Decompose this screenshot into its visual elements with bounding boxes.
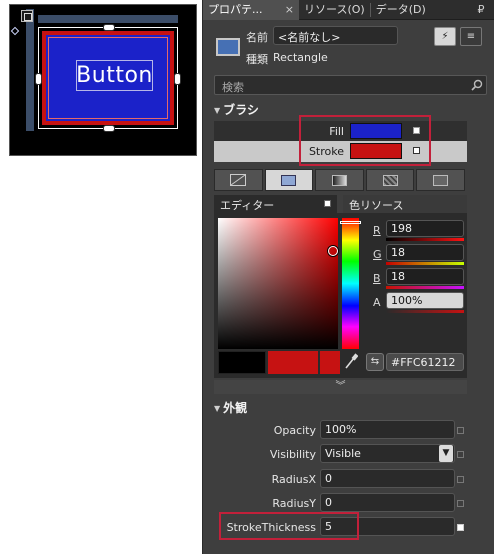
hex-color-input[interactable]: #FFC61212 (386, 353, 464, 371)
rectangle-type-icon (216, 38, 240, 56)
button-content-presenter[interactable]: Button (76, 60, 153, 91)
render-origin-handle[interactable] (10, 26, 20, 36)
color-picker-cursor[interactable] (328, 246, 338, 256)
selected-button-element[interactable]: Button (35, 24, 181, 132)
tab-color-editor-label: エディター (220, 199, 275, 212)
blue-channel-slider[interactable] (386, 286, 464, 289)
type-label: 種類 (246, 53, 268, 66)
search-icon[interactable] (471, 79, 483, 91)
red-channel-input[interactable]: 198 (386, 220, 464, 237)
hue-slider[interactable] (342, 218, 359, 349)
previous-color-swatch[interactable] (218, 351, 266, 374)
tab-resources[interactable]: リソース(O) (299, 0, 370, 20)
button-text: Button (76, 63, 153, 88)
brush-type-selector (214, 169, 465, 191)
radiusx-input[interactable]: 0 (320, 469, 455, 488)
radiusx-advanced-options-icon[interactable] (457, 476, 464, 483)
green-channel-input[interactable]: 18 (386, 244, 464, 261)
eyedropper-icon[interactable] (343, 353, 359, 371)
name-label: 名前 (246, 31, 268, 44)
expand-editor-chevron-icon[interactable]: ︾ (214, 380, 467, 394)
opacity-label: Opacity (273, 424, 316, 437)
hue-slider-thumb[interactable] (340, 221, 361, 224)
tab-data[interactable]: データ(D) (371, 0, 431, 20)
opacity-input[interactable]: 100% (320, 420, 455, 439)
design-canvas[interactable]: Button (9, 4, 197, 156)
alpha-channel-label: A (373, 296, 381, 309)
color-editor: R 198 G 18 B 18 A 100% ⇆ #FFC61212 (214, 213, 467, 378)
alpha-channel-slider[interactable] (386, 310, 464, 313)
color-format-toggle-icon[interactable]: ⇆ (366, 353, 384, 371)
strokethickness-advanced-options-icon[interactable] (457, 524, 464, 531)
tab-properties-label: プロパテ... (208, 3, 263, 16)
resize-handle-top[interactable] (103, 24, 115, 31)
green-channel-label: G (373, 248, 382, 261)
visibility-label: Visibility (269, 448, 316, 461)
solid-brush-icon (281, 174, 297, 186)
brush-resource-icon (433, 174, 449, 186)
resize-handle-right[interactable] (174, 73, 181, 85)
tab-data-label: データ(D) (375, 3, 426, 16)
vertical-grid-ruler[interactable] (26, 9, 34, 131)
saturation-value-picker[interactable] (218, 218, 338, 349)
current-color-swatch (268, 351, 318, 374)
radiusy-label: RadiusY (272, 497, 316, 510)
opacity-advanced-options-icon[interactable] (457, 427, 464, 434)
pin-icon[interactable]: ₽ (467, 0, 494, 19)
tab-color-resources[interactable]: 色リソース (343, 195, 467, 213)
search-input[interactable]: 検索 (214, 75, 487, 95)
editor-options-icon[interactable] (324, 200, 331, 207)
brush-resources-button[interactable] (416, 169, 465, 191)
green-channel-slider[interactable] (386, 262, 464, 265)
horizontal-grid-ruler[interactable] (38, 15, 178, 23)
no-brush-button[interactable] (214, 169, 263, 191)
appearance-section-header[interactable]: ▼ 外観 (211, 399, 489, 417)
alpha-channel-input[interactable]: 100% (386, 292, 464, 309)
strokethickness-highlight (219, 512, 359, 540)
initial-color-swatch[interactable] (320, 351, 340, 374)
close-icon[interactable]: × (285, 0, 294, 20)
tab-color-editor[interactable]: エディター (214, 195, 337, 213)
radiusx-label: RadiusX (271, 473, 316, 486)
fill-stroke-highlight (299, 115, 431, 166)
tab-color-resources-label: 色リソース (349, 199, 404, 212)
grid-layout-toggle-icon[interactable] (21, 10, 33, 22)
linear-gradient-brush-button[interactable] (315, 169, 364, 191)
visibility-advanced-options-icon[interactable] (457, 451, 464, 458)
solid-color-brush-button[interactable] (264, 169, 314, 191)
tile-brush-button[interactable] (365, 169, 415, 191)
tab-resources-label: リソース(O) (304, 3, 365, 16)
tile-brush-icon (382, 174, 398, 186)
element-header: 名前 <名前なし> 種類 Rectangle ⚡ ≡ (203, 20, 494, 70)
button-rectangle[interactable]: Button (42, 31, 174, 125)
visibility-select[interactable]: Visible (320, 444, 455, 463)
brush-section-title: ブラシ (223, 103, 259, 117)
resize-handle-bottom[interactable] (103, 125, 115, 132)
name-field[interactable]: <名前なし> (273, 26, 398, 45)
panel-tab-bar: プロパテ... × リソース(O) データ(D) ₽ (203, 0, 494, 20)
red-channel-slider[interactable] (386, 238, 464, 241)
events-view-button[interactable]: ⚡ (434, 27, 456, 46)
properties-view-button[interactable]: ≡ (460, 27, 482, 46)
blue-channel-input[interactable]: 18 (386, 268, 464, 285)
gradient-brush-icon (331, 174, 347, 186)
type-value: Rectangle (273, 51, 328, 64)
resize-handle-left[interactable] (35, 73, 42, 85)
red-channel-label: R (373, 224, 381, 237)
collapse-triangle-icon[interactable]: ▼ (214, 404, 220, 413)
properties-panel: プロパテ... × リソース(O) データ(D) ₽ 名前 <名前なし> 種類 … (202, 0, 494, 554)
chevron-down-icon[interactable]: ▼ (439, 445, 453, 462)
radiusy-input[interactable]: 0 (320, 493, 455, 512)
appearance-section-title: 外観 (223, 401, 248, 415)
collapse-triangle-icon[interactable]: ▼ (214, 106, 220, 115)
blue-channel-label: B (373, 272, 381, 285)
tab-properties[interactable]: プロパテ... × (203, 0, 299, 20)
radiusy-advanced-options-icon[interactable] (457, 500, 464, 507)
